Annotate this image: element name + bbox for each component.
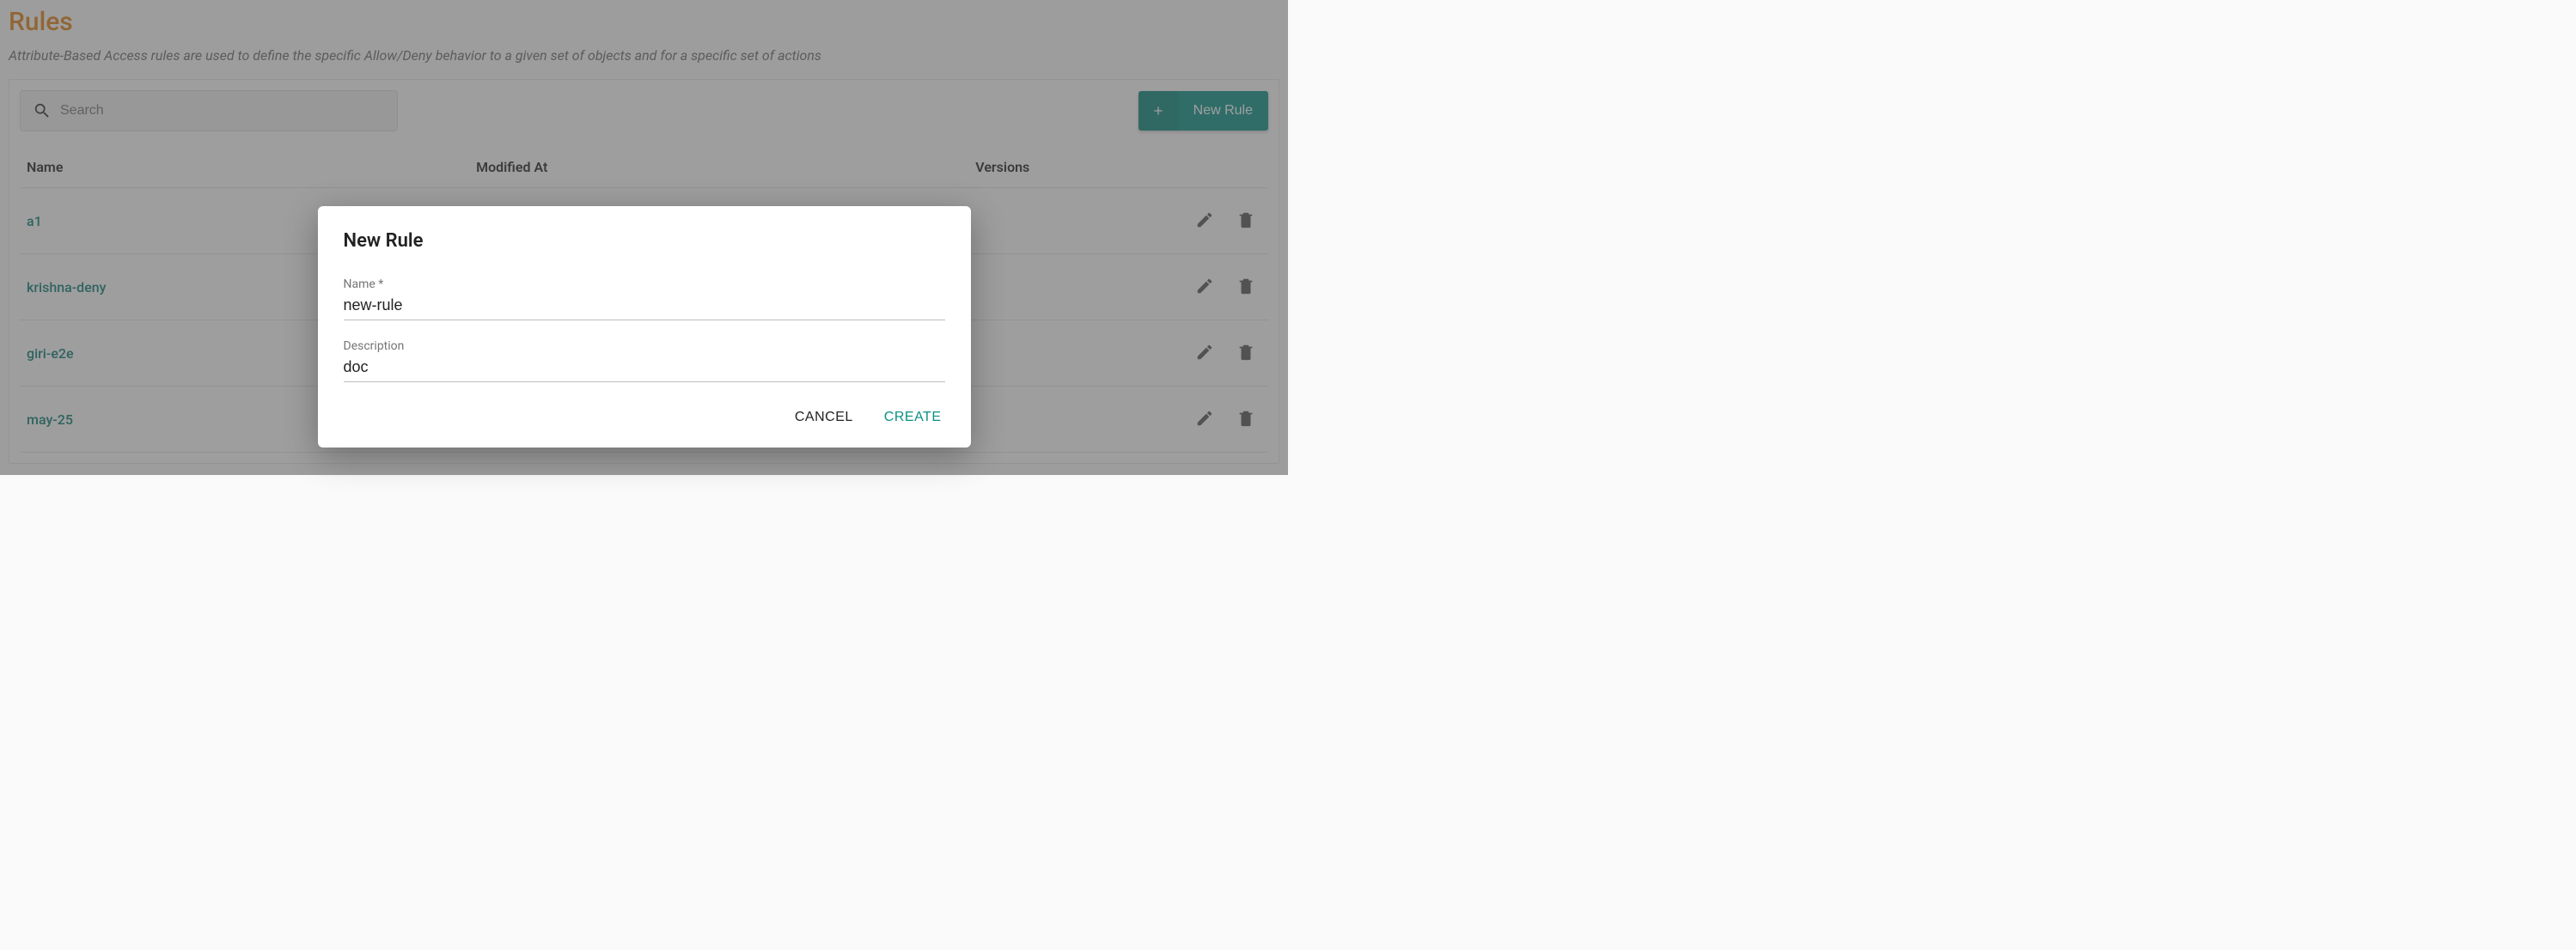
description-field[interactable] bbox=[344, 355, 945, 382]
name-field-label: Name * bbox=[344, 277, 945, 291]
modal-overlay[interactable]: New Rule Name * Description CANCEL CREAT… bbox=[0, 0, 1288, 475]
cancel-button[interactable]: CANCEL bbox=[791, 403, 857, 432]
description-field-label: Description bbox=[344, 339, 945, 353]
new-rule-dialog: New Rule Name * Description CANCEL CREAT… bbox=[318, 206, 971, 448]
create-button[interactable]: CREATE bbox=[881, 403, 945, 432]
name-field[interactable] bbox=[344, 293, 945, 320]
dialog-title: New Rule bbox=[344, 230, 945, 252]
